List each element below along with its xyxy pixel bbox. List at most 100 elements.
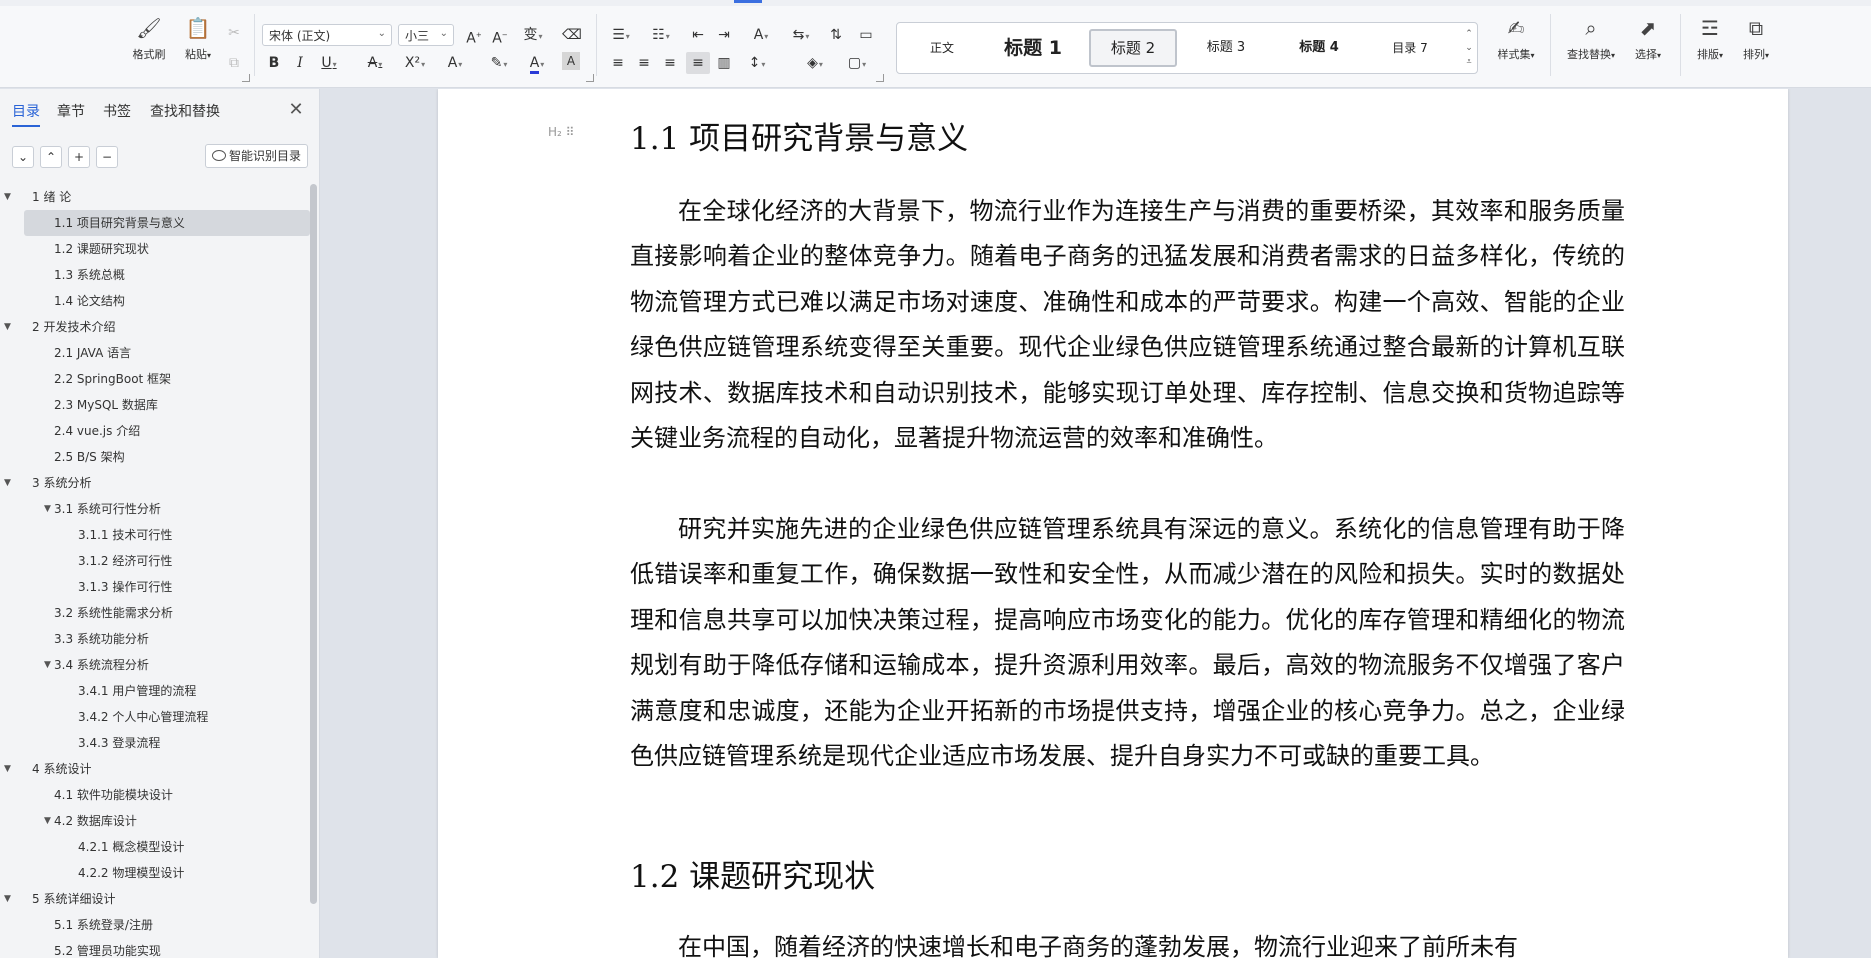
numbering-icon[interactable]: ☷▾ (646, 24, 676, 46)
shading-icon[interactable]: ◈▾ (800, 52, 830, 74)
expand-triangle-icon[interactable]: ▼ (44, 808, 51, 834)
toc-item[interactable]: 3.1.1 技术可行性 (24, 522, 310, 548)
toc-item[interactable]: 3.2 系统性能需求分析 (24, 600, 310, 626)
distribute-icon[interactable]: ▥ (712, 52, 736, 74)
toc-item[interactable]: ▼ 4 系统设计 (0, 756, 310, 782)
char-shading-icon[interactable]: A (562, 52, 580, 70)
select-button[interactable]: ⬈ 选择▾ (1624, 8, 1672, 72)
text-effect-icon[interactable]: A▾ (440, 52, 470, 74)
toc-item[interactable]: 5.1 系统登录/注册 (24, 912, 310, 938)
toc-item[interactable]: 5.2 管理员功能实现 (24, 938, 310, 958)
paragraph[interactable]: 在全球化经济的大背景下，物流行业作为连接生产与消费的重要桥梁，其效率和服务质量直… (630, 189, 1625, 461)
sort-icon[interactable]: ⇅ (824, 24, 848, 46)
expand-triangle-icon[interactable]: ▼ (4, 314, 11, 340)
line-spacing-icon[interactable]: ↕▾ (742, 52, 772, 74)
paste-button[interactable]: 📋 粘贴▾ (175, 8, 221, 72)
heading-1-1[interactable]: 1.1 项目研究背景与意义 (630, 113, 968, 158)
expand-triangle-icon[interactable]: ▼ (4, 886, 11, 912)
nav-scrollbar[interactable] (310, 184, 317, 904)
toc-item[interactable]: ▼ 3.4 系统流程分析 (24, 652, 310, 678)
style-heading-2[interactable]: 标题 2 (1089, 29, 1177, 67)
tab-bookmarks[interactable]: 书签 (103, 101, 131, 121)
tab-toc[interactable]: 目录 (12, 101, 40, 127)
align-left-icon[interactable]: ≡ (606, 52, 630, 74)
highlight-icon[interactable]: ✎▾ (484, 52, 514, 74)
style-heading-3[interactable]: 标题 3 (1189, 29, 1263, 67)
style-toc-7[interactable]: 目录 7 (1375, 29, 1445, 67)
remove-heading-button[interactable]: − (96, 146, 118, 168)
toc-item[interactable]: 2.3 MySQL 数据库 (24, 392, 310, 418)
toc-item[interactable]: 3.4.1 用户管理的流程 (24, 678, 310, 704)
paragraph[interactable]: 研究并实施先进的企业绿色供应链管理系统具有深远的意义。系统化的信息管理有助于降低… (630, 507, 1625, 779)
toc-item[interactable]: 2.2 SpringBoot 框架 (24, 366, 310, 392)
bold-icon[interactable]: B (262, 52, 286, 74)
expand-triangle-icon[interactable]: ▼ (4, 470, 11, 496)
expand-triangle-icon[interactable]: ▼ (44, 652, 51, 678)
tab-chapters[interactable]: 章节 (57, 101, 85, 121)
toc-item[interactable]: 4.1 软件功能模块设计 (24, 782, 310, 808)
superscript-icon[interactable]: X²▾ (400, 52, 430, 74)
paragraph-launcher-icon[interactable] (876, 74, 884, 82)
copy-icon[interactable]: ⧉ (222, 52, 246, 74)
heading-level-marker[interactable]: H₂ ⠿ (548, 125, 574, 139)
smart-detect-toc-button[interactable]: 智能识别目录 (205, 144, 308, 168)
expand-up-button[interactable]: ⌃ (40, 146, 62, 168)
underline-icon[interactable]: U▾ (314, 52, 344, 74)
bullets-icon[interactable]: ☰▾ (606, 24, 636, 46)
toc-item[interactable]: ▼ 3 系统分析 (0, 470, 310, 496)
toc-item[interactable]: ▼ 4.2 数据库设计 (24, 808, 310, 834)
shrink-font-icon[interactable]: A− (488, 24, 512, 47)
toc-item[interactable]: 1.3 系统总概 (24, 262, 310, 288)
heading-1-2[interactable]: 1.2 课题研究现状 (630, 851, 875, 896)
toc-item[interactable]: 1.4 论文结构 (24, 288, 310, 314)
expand-triangle-icon[interactable]: ▼ (4, 184, 11, 210)
justify-icon[interactable]: ≡ (686, 52, 710, 74)
style-set-button[interactable]: ✍ 样式集▾ (1488, 8, 1544, 72)
toc-item[interactable]: 3.1.2 经济可行性 (24, 548, 310, 574)
toc-item[interactable]: 3.4.3 登录流程 (24, 730, 310, 756)
style-heading-4[interactable]: 标题 4 (1281, 29, 1357, 67)
close-icon[interactable]: ✕ (286, 101, 306, 121)
toc-item[interactable]: 3.3 系统功能分析 (24, 626, 310, 652)
collapse-all-button[interactable]: ⌄ (12, 146, 34, 168)
expand-triangle-icon[interactable]: ▼ (44, 496, 51, 522)
toc-item[interactable]: 4.2.1 概念模型设计 (24, 834, 310, 860)
text-direction-icon[interactable]: A▾ (746, 24, 776, 46)
font-name-select[interactable]: 宋体 (正文) ⌄ (262, 24, 392, 46)
align-center-icon[interactable]: ≡ (632, 52, 656, 74)
phonetic-guide-icon[interactable]: 变▾ (518, 24, 548, 46)
toc-item[interactable]: ▼ 1 绪 论 (0, 184, 310, 210)
toc-item[interactable]: ▼ 5 系统详细设计 (0, 886, 310, 912)
line-break-icon[interactable]: ⇆▾ (786, 24, 816, 46)
toc-item[interactable]: 3.4.2 个人中心管理流程 (24, 704, 310, 730)
toc-item[interactable]: ▼ 3.1 系统可行性分析 (24, 496, 310, 522)
arrange-button[interactable]: ⧉ 排列▾ (1734, 8, 1778, 72)
font-size-select[interactable]: 小三 ⌄ (398, 24, 454, 46)
toc-item[interactable]: 2.1 JAVA 语言 (24, 340, 310, 366)
toc-item[interactable]: 1.2 课题研究现状 (24, 236, 310, 262)
paragraph[interactable]: 在中国，随着经济的快速增长和电子商务的蓬勃发展，物流行业迎来了前所未有 (630, 925, 1625, 958)
strikethrough-icon[interactable]: A▾ (360, 52, 390, 74)
style-heading-1[interactable]: 标题 1 (993, 29, 1073, 67)
toc-item[interactable]: 3.1.3 操作可行性 (24, 574, 310, 600)
styles-scroll-icon[interactable]: ⌃ ⌄ ⩡ (1463, 27, 1475, 71)
style-normal[interactable]: 正文 (917, 29, 967, 67)
clear-format-icon[interactable]: ⌫ (560, 24, 584, 46)
toc-item[interactable]: 1.1 项目研究背景与意义 (24, 210, 310, 236)
clipboard-launcher-icon[interactable] (242, 74, 250, 82)
tab-find-replace[interactable]: 查找和替换 (150, 101, 220, 121)
toc-item[interactable]: 2.5 B/S 架构 (24, 444, 310, 470)
find-replace-button[interactable]: ⌕ 查找替换▾ (1560, 8, 1622, 72)
align-right-icon[interactable]: ≡ (658, 52, 682, 74)
cut-icon[interactable]: ✂ (222, 22, 246, 44)
toc-item[interactable]: 4.2.2 物理模型设计 (24, 860, 310, 886)
increase-indent-icon[interactable]: ⇥ (712, 24, 736, 46)
font-color-icon[interactable]: A▾ (522, 52, 552, 74)
expand-triangle-icon[interactable]: ▼ (4, 756, 11, 782)
layout-button[interactable]: ☲ 排版▾ (1688, 8, 1732, 72)
grow-font-icon[interactable]: A+ (462, 24, 486, 47)
borders-icon[interactable]: ▢▾ (842, 52, 872, 74)
italic-icon[interactable]: I (288, 52, 312, 74)
document-page[interactable]: H₂ ⠿ 1.1 项目研究背景与意义 在全球化经济的大背景下，物流行业作为连接生… (438, 89, 1788, 958)
toc-item[interactable]: 2.4 vue.js 介绍 (24, 418, 310, 444)
